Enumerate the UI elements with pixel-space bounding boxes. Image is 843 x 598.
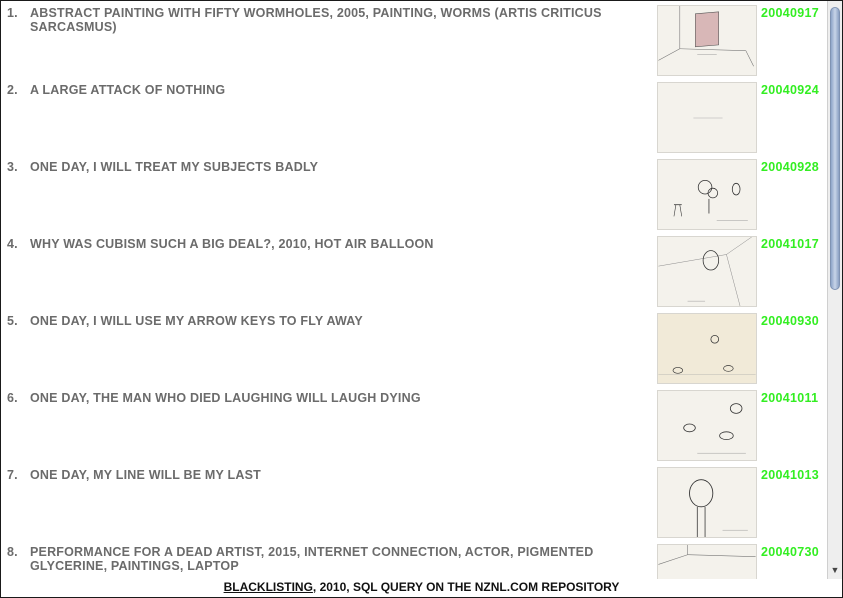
entry-date[interactable]: 20040924 <box>761 83 819 97</box>
thumbnail-room-corner[interactable] <box>657 544 757 579</box>
list-item[interactable]: 4. WHY WAS CUBISM SUCH A BIG DEAL?, 2010… <box>1 232 827 309</box>
entry-number: 5. <box>7 314 18 328</box>
entry-date[interactable]: 20040730 <box>761 545 819 559</box>
entry-date[interactable]: 20041017 <box>761 237 819 251</box>
scrollbar-thumb[interactable] <box>830 7 840 290</box>
entry-date[interactable]: 20041011 <box>761 391 818 405</box>
entry-title[interactable]: ONE DAY, MY LINE WILL BE MY LAST <box>30 468 652 482</box>
entry-title[interactable]: A LARGE ATTACK OF NOTHING <box>30 83 652 97</box>
entry-list[interactable]: 1. ABSTRACT PAINTING WITH FIFTY WORMHOLE… <box>1 1 827 579</box>
entry-number: 8. <box>7 545 18 559</box>
list-item[interactable]: 7. ONE DAY, MY LINE WILL BE MY LAST 2004… <box>1 463 827 540</box>
head-pole-drawing <box>689 479 748 537</box>
heads-tree-drawing <box>673 180 748 221</box>
thumbnail-blank-sheet[interactable] <box>657 82 757 153</box>
list-item[interactable]: 3. ONE DAY, I WILL TREAT MY SUBJECTS BAD… <box>1 155 827 232</box>
thumbnail-room-panel[interactable] <box>657 5 757 76</box>
entry-number: 2. <box>7 83 18 97</box>
page-caption: BLACKLISTING, 2010, SQL QUERY ON THE NZN… <box>1 580 842 594</box>
thumbnail-heads-tree[interactable] <box>657 159 757 230</box>
entry-date[interactable]: 20040917 <box>761 6 819 20</box>
lightbulb-drawing <box>658 334 756 375</box>
list-item[interactable]: 5. ONE DAY, I WILL USE MY ARROW KEYS TO … <box>1 309 827 386</box>
caption-text: , 2010, SQL QUERY ON THE NZNL.COM REPOSI… <box>312 580 620 594</box>
entry-number: 7. <box>7 468 18 482</box>
blacklisting-link[interactable]: BLACKLISTING <box>224 580 313 594</box>
vertical-scrollbar[interactable]: ▼ <box>827 1 842 579</box>
thumbnail-balloon-room[interactable] <box>657 236 757 307</box>
entry-number: 4. <box>7 237 18 251</box>
thumbnail-laughing-heads[interactable] <box>657 390 757 461</box>
entry-title[interactable]: PERFORMANCE FOR A DEAD ARTIST, 2015, INT… <box>30 545 652 573</box>
scroll-down-arrow-icon[interactable]: ▼ <box>829 563 841 577</box>
list-item[interactable]: 6. ONE DAY, THE MAN WHO DIED LAUGHING WI… <box>1 386 827 463</box>
room-corner-drawing <box>658 545 756 565</box>
entry-title[interactable]: ABSTRACT PAINTING WITH FIFTY WORMHOLES, … <box>30 6 652 34</box>
entry-date[interactable]: 20040928 <box>761 160 819 174</box>
entry-number: 3. <box>7 160 18 174</box>
list-item[interactable]: 2. A LARGE ATTACK OF NOTHING 20040924 <box>1 78 827 155</box>
entry-title[interactable]: ONE DAY, I WILL TREAT MY SUBJECTS BADLY <box>30 160 652 174</box>
window-frame: 1. ABSTRACT PAINTING WITH FIFTY WORMHOLE… <box>0 0 843 598</box>
entry-number: 1. <box>7 6 18 20</box>
entry-date[interactable]: 20040930 <box>761 314 819 328</box>
thumbnail-lightbulb[interactable] <box>657 313 757 384</box>
thumbnail-head-pole[interactable] <box>657 467 757 538</box>
balloon-room-drawing <box>658 237 752 306</box>
room-panel-drawing <box>658 6 754 67</box>
entry-title[interactable]: WHY WAS CUBISM SUCH A BIG DEAL?, 2010, H… <box>30 237 652 251</box>
entry-title[interactable]: ONE DAY, I WILL USE MY ARROW KEYS TO FLY… <box>30 314 652 328</box>
entry-number: 6. <box>7 391 18 405</box>
entry-title[interactable]: ONE DAY, THE MAN WHO DIED LAUGHING WILL … <box>30 391 652 405</box>
entry-date[interactable]: 20041013 <box>761 468 819 482</box>
laughing-heads-drawing <box>683 403 746 454</box>
list-item[interactable]: 1. ABSTRACT PAINTING WITH FIFTY WORMHOLE… <box>1 1 827 78</box>
blank-sheet-drawing <box>693 117 723 119</box>
list-item[interactable]: 8. PERFORMANCE FOR A DEAD ARTIST, 2015, … <box>1 540 827 579</box>
